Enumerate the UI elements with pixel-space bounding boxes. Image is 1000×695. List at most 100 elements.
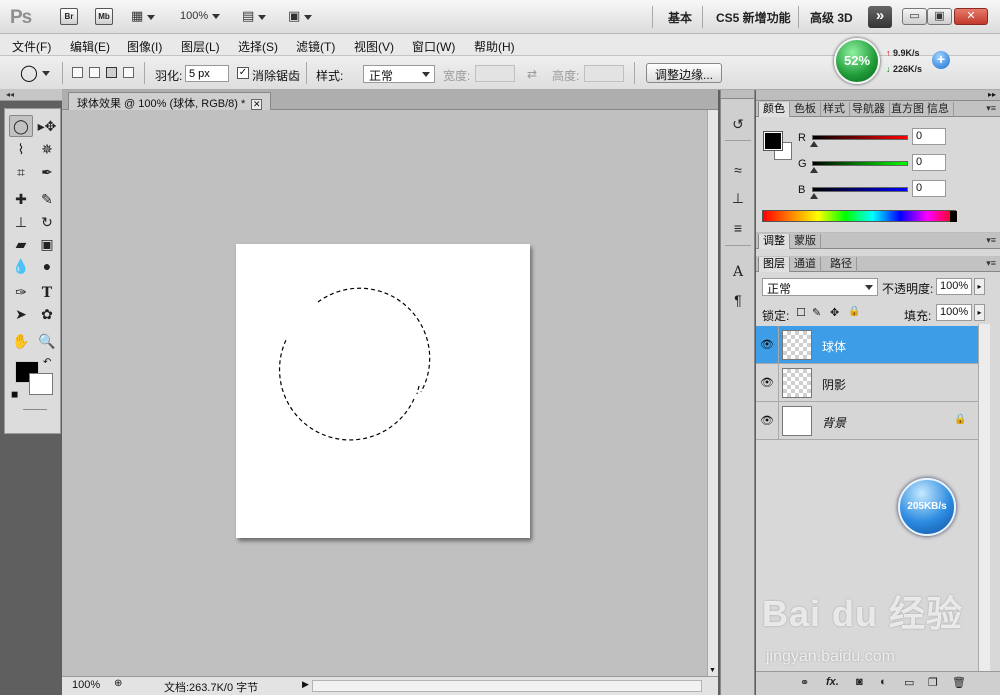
minimize-button[interactable]: ▭ <box>902 8 927 25</box>
status-menu-icon[interactable]: ⊕ <box>114 678 122 689</box>
tab-channels[interactable]: 通道 <box>790 257 821 272</box>
move-tool[interactable]: ▸✥ <box>35 115 59 137</box>
tab-masks[interactable]: 蒙版 <box>790 234 821 249</box>
close-tab-icon[interactable]: ✕ <box>251 99 263 110</box>
document-canvas[interactable] <box>236 244 530 538</box>
gradient-tool[interactable]: ▣ <box>35 233 59 255</box>
red-slider[interactable] <box>812 135 908 140</box>
clone-source-panel-icon[interactable]: ⊥ <box>727 188 749 208</box>
download-speed-ball[interactable]: 205KB/s <box>898 478 956 536</box>
layer-row-background[interactable]: 👁 背景 🔒 <box>756 402 978 440</box>
new-group-icon[interactable]: ▭ <box>904 676 914 689</box>
color-panel-foreground-swatch[interactable] <box>763 131 783 151</box>
eraser-tool[interactable]: ▰ <box>9 233 33 255</box>
new-layer-icon[interactable]: ❐ <box>928 676 938 689</box>
color-spectrum-ramp[interactable] <box>762 210 956 222</box>
lock-transparent-pixels-icon[interactable]: ☐ <box>796 306 806 319</box>
antialias-checkbox[interactable]: ✓ <box>237 67 249 79</box>
style-dropdown[interactable]: 正常 <box>363 65 435 83</box>
eye-icon[interactable]: 👁 <box>760 376 774 390</box>
panel-menu-icon[interactable]: ▾≡ <box>986 103 996 114</box>
blue-slider-handle[interactable] <box>810 193 818 199</box>
spot-healing-tool[interactable]: ✚ <box>9 188 33 210</box>
tool-presets-panel-icon[interactable]: ≡ <box>727 218 749 238</box>
opacity-slider-toggle[interactable]: ▸ <box>974 278 985 295</box>
status-info-arrow[interactable]: ▶ <box>302 679 309 690</box>
dodge-tool[interactable]: ● <box>35 255 59 277</box>
opacity-input[interactable]: 100% <box>936 278 972 295</box>
lasso-tool[interactable]: ⌇ <box>9 138 33 160</box>
clone-stamp-tool[interactable]: ⊥ <box>9 211 33 233</box>
path-selection-tool[interactable]: ➤ <box>9 303 33 325</box>
workspace-essentials[interactable]: 基本 <box>668 9 692 26</box>
brush-presets-panel-icon[interactable]: ≈ <box>727 160 749 180</box>
paragraph-panel-icon[interactable]: ¶ <box>727 290 749 310</box>
menu-view[interactable]: 视图(V) <box>354 38 394 55</box>
history-brush-tool[interactable]: ↻ <box>35 211 59 233</box>
layer-style-button[interactable]: fx. <box>826 676 839 688</box>
hand-tool[interactable]: ✋ <box>9 330 33 352</box>
menu-help[interactable]: 帮助(H) <box>474 38 515 55</box>
eye-icon[interactable]: 👁 <box>760 338 774 352</box>
crop-tool[interactable]: ⌗ <box>9 161 33 183</box>
menu-select[interactable]: 选择(S) <box>238 38 278 55</box>
pen-tool[interactable]: ✑ <box>9 281 33 303</box>
canvas-area[interactable] <box>62 110 707 676</box>
close-window-button[interactable]: ✕ <box>954 8 988 25</box>
green-slider-handle[interactable] <box>810 167 818 173</box>
subtract-from-selection-button[interactable] <box>106 67 117 78</box>
menu-file[interactable]: 文件(F) <box>12 38 51 55</box>
fill-slider-toggle[interactable]: ▸ <box>974 304 985 321</box>
tab-paths[interactable]: 路径 <box>826 257 857 272</box>
swap-dimensions-button[interactable]: ⇄ <box>527 67 537 81</box>
swap-colors-icon[interactable]: ↶ <box>43 357 51 368</box>
layer-row-sphere[interactable]: 👁 球体 <box>756 326 978 364</box>
magic-wand-tool[interactable]: ✵ <box>35 138 59 160</box>
canvas-vertical-scrollbar[interactable]: ▼ <box>707 110 718 676</box>
width-input[interactable] <box>475 65 515 82</box>
red-slider-handle[interactable] <box>810 141 818 147</box>
workspace-cs5-new-features[interactable]: CS5 新增功能 <box>716 9 791 26</box>
lock-position-icon[interactable]: ✥ <box>830 306 839 319</box>
zoom-level-dropdown[interactable]: 100% <box>180 10 221 22</box>
eye-icon[interactable]: 👁 <box>760 414 774 428</box>
black-ramp-swatch[interactable] <box>950 211 957 222</box>
custom-shape-tool[interactable]: ✿ <box>35 303 59 325</box>
view-extras-button[interactable]: ▦ <box>131 8 156 24</box>
panel-menu-icon[interactable]: ▾≡ <box>986 258 996 269</box>
horizontal-scrollbar[interactable] <box>312 680 702 692</box>
menu-edit[interactable]: 编辑(E) <box>70 38 110 55</box>
add-to-selection-button[interactable] <box>89 67 100 78</box>
intersect-selection-button[interactable] <box>123 67 134 78</box>
bridge-button[interactable]: Br <box>60 8 78 25</box>
history-panel-icon[interactable]: ↺ <box>727 114 749 134</box>
eyedropper-tool[interactable]: ✒ <box>35 161 59 183</box>
character-panel-icon[interactable]: A <box>727 262 749 282</box>
tab-info[interactable]: 信息 <box>923 102 954 117</box>
delete-layer-icon[interactable]: 🗑 <box>952 676 966 689</box>
menu-layer[interactable]: 图层(L) <box>181 38 220 55</box>
plus-icon[interactable]: + <box>932 51 950 69</box>
brush-tool[interactable]: ✎ <box>35 188 59 210</box>
refine-edge-button[interactable]: 调整边缘... <box>646 63 723 83</box>
panel-menu-icon[interactable]: ▾≡ <box>986 235 996 246</box>
tab-navigator[interactable]: 导航器 <box>848 102 890 117</box>
feather-input[interactable] <box>185 65 229 82</box>
default-colors-icon[interactable]: ◼ <box>11 389 18 400</box>
blue-slider[interactable] <box>812 187 908 192</box>
red-value-input[interactable]: 0 <box>912 128 946 145</box>
screen-mode-button[interactable]: ▣ <box>288 8 313 24</box>
tab-adjustments[interactable]: 调整 <box>758 234 790 249</box>
layer-row-shadow[interactable]: 👁 阴影 <box>756 364 978 402</box>
fill-input[interactable]: 100% <box>936 304 972 321</box>
arrange-documents-button[interactable]: ▤ <box>242 8 267 24</box>
tab-swatches[interactable]: 色板 <box>790 102 821 117</box>
menu-filter[interactable]: 滤镜(T) <box>296 38 335 55</box>
mini-bridge-button[interactable]: Mb <box>95 8 113 25</box>
green-slider[interactable] <box>812 161 908 166</box>
elliptical-marquee-tool[interactable]: ◯ <box>9 115 33 137</box>
tab-color[interactable]: 颜色 <box>758 102 790 117</box>
link-layers-icon[interactable]: ⚭ <box>800 676 809 689</box>
document-tab[interactable]: 球体效果 @ 100% (球体, RGB/8) * ✕ <box>68 92 272 110</box>
workspace-advanced-3d[interactable]: 高级 3D <box>810 9 853 26</box>
